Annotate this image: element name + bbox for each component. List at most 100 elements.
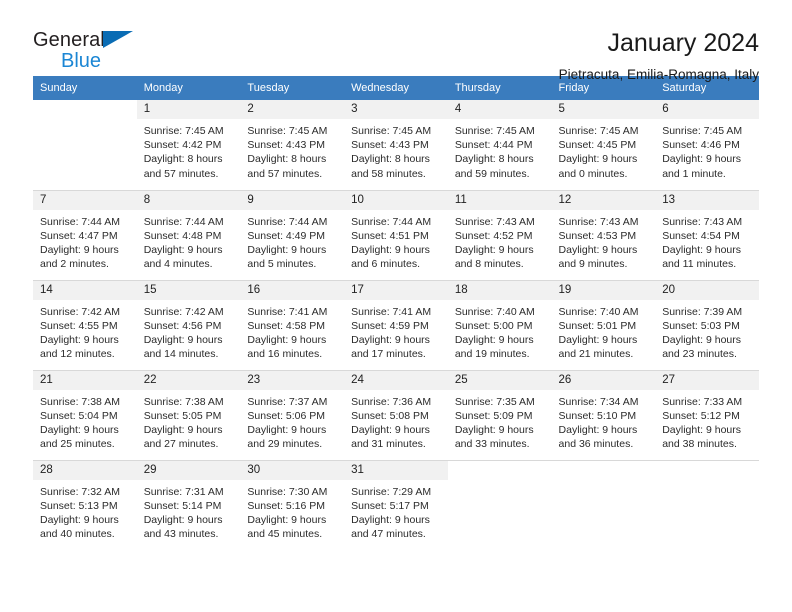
calendar-day-cell[interactable]: 16 Sunrise: 7:41 AM Sunset: 4:58 PM Dayligh…: [240, 279, 345, 370]
logo-generalblue[interactable]: General Blue: [33, 28, 153, 80]
day-info-line: Sunrise: 7:45 AM: [558, 125, 639, 137]
calendar-day-cell[interactable]: 28 Sunrise: 7:32 AM Sunset: 5:13 PM Dayligh…: [33, 459, 137, 550]
day-info-line: and 23 minutes.: [662, 348, 737, 361]
day-info-line: and 36 minutes.: [558, 438, 634, 451]
day-info-line: Sunrise: 7:34 AM: [558, 395, 639, 408]
day-number: 31: [344, 460, 448, 480]
day-info-line: Sunset: 4:51 PM: [351, 229, 429, 242]
day-number: [655, 461, 759, 480]
day-sun-info: Sunrise: 7:44 AM Sunset: 4:48 PM Daylight:…: [137, 210, 241, 272]
calendar-day-cell[interactable]: 30 Sunrise: 7:30 AM Sunset: 5:16 PM Dayligh…: [240, 459, 345, 550]
day-sun-info: [33, 119, 137, 124]
calendar-day-cell[interactable]: 8 Sunrise: 7:44 AM Sunset: 4:48 PM Daylight…: [136, 189, 241, 280]
day-number: 2: [240, 100, 345, 119]
calendar-day-cell[interactable]: 22 Sunrise: 7:38 AM Sunset: 5:05 PM Dayligh…: [136, 369, 241, 460]
day-info-line: Sunrise: 7:42 AM: [143, 305, 224, 318]
day-info-line: Sunrise: 7:36 AM: [351, 395, 432, 408]
calendar-day-cell[interactable]: 5 Sunrise: 7:45 AM Sunset: 4:45 PM Daylight…: [551, 100, 656, 190]
calendar-day-cell[interactable]: 25 Sunrise: 7:35 AM Sunset: 5:09 PM Dayligh…: [447, 369, 552, 460]
day-info-line: Sunset: 4:58 PM: [247, 319, 326, 332]
calendar-week-row: 1 Sunrise: 7:45 AM Sunset: 4:42 PM Daylight…: [33, 100, 759, 190]
day-info-line: Daylight: 9 hours: [351, 333, 430, 346]
day-sun-info: Sunrise: 7:42 AM Sunset: 4:56 PM Daylight:…: [137, 300, 241, 362]
day-sun-info: Sunrise: 7:44 AM Sunset: 4:51 PM Daylight:…: [344, 210, 448, 272]
day-sun-info: Sunrise: 7:45 AM Sunset: 4:43 PM Daylight:…: [240, 119, 344, 181]
day-info-line: Sunrise: 7:38 AM: [40, 395, 120, 408]
calendar-empty-cell: [551, 459, 656, 550]
calendar-day-cell[interactable]: 24 Sunrise: 7:36 AM Sunset: 5:08 PM Dayligh…: [344, 369, 448, 460]
day-info-line: and 27 minutes.: [143, 438, 219, 451]
day-sun-info: Sunrise: 7:45 AM Sunset: 4:42 PM Daylight:…: [137, 119, 241, 181]
day-info-line: Daylight: 9 hours: [558, 333, 638, 346]
calendar-week-row: 7 Sunrise: 7:44 AM Sunset: 4:47 PM Daylight…: [33, 189, 759, 280]
day-info-line: Sunset: 4:56 PM: [143, 319, 222, 332]
day-info-line: Sunrise: 7:44 AM: [247, 215, 328, 228]
weekday-header-wednesday: Wednesday: [344, 76, 448, 100]
calendar-day-cell[interactable]: 20 Sunrise: 7:39 AM Sunset: 5:03 PM Dayligh…: [655, 279, 759, 370]
calendar-day-cell[interactable]: 4 Sunrise: 7:45 AM Sunset: 4:44 PM Daylight…: [447, 100, 552, 190]
calendar-day-cell[interactable]: 17 Sunrise: 7:41 AM Sunset: 4:59 PM Dayligh…: [344, 279, 448, 370]
day-info-line: Daylight: 9 hours: [662, 423, 742, 436]
day-info-line: Sunrise: 7:40 AM: [454, 305, 535, 318]
day-info-line: Daylight: 9 hours: [40, 333, 119, 346]
day-number: 13: [655, 190, 759, 210]
day-info-line: Sunset: 4:44 PM: [454, 139, 533, 152]
day-sun-info: Sunrise: 7:38 AM Sunset: 5:05 PM Daylight:…: [137, 390, 241, 452]
calendar-day-cell[interactable]: 12 Sunrise: 7:43 AM Sunset: 4:53 PM Dayligh…: [551, 189, 656, 280]
day-info-line: Sunset: 5:10 PM: [558, 409, 637, 422]
calendar-day-cell[interactable]: 3 Sunrise: 7:45 AM Sunset: 4:43 PM Daylight…: [344, 100, 448, 190]
day-number: 28: [33, 460, 137, 480]
calendar-day-cell[interactable]: 11 Sunrise: 7:43 AM Sunset: 4:52 PM Dayligh…: [447, 189, 552, 280]
calendar-day-cell[interactable]: 29 Sunrise: 7:31 AM Sunset: 5:14 PM Dayligh…: [136, 459, 241, 550]
calendar-day-cell[interactable]: 31 Sunrise: 7:29 AM Sunset: 5:17 PM Dayligh…: [344, 459, 448, 550]
day-info-line: and 8 minutes.: [454, 258, 524, 271]
calendar-day-cell[interactable]: 1 Sunrise: 7:45 AM Sunset: 4:42 PM Daylight…: [136, 100, 241, 190]
calendar-day-cell[interactable]: 9 Sunrise: 7:44 AM Sunset: 4:49 PM Daylight…: [240, 189, 345, 280]
day-info-line: Sunset: 5:16 PM: [247, 499, 326, 512]
calendar-day-cell[interactable]: 7 Sunrise: 7:44 AM Sunset: 4:47 PM Daylight…: [33, 189, 137, 280]
day-number: 6: [655, 100, 759, 119]
day-info-line: Sunset: 5:06 PM: [247, 409, 326, 422]
day-info-line: Sunset: 5:04 PM: [40, 409, 118, 422]
day-info-line: Daylight: 8 hours: [351, 153, 430, 166]
calendar-day-cell[interactable]: 26 Sunrise: 7:34 AM Sunset: 5:10 PM Dayligh…: [551, 369, 656, 460]
calendar-day-cell[interactable]: 18 Sunrise: 7:40 AM Sunset: 5:00 PM Dayligh…: [447, 279, 552, 370]
day-info-line: Sunset: 4:43 PM: [351, 139, 429, 152]
calendar-day-cell[interactable]: 15 Sunrise: 7:42 AM Sunset: 4:56 PM Dayligh…: [136, 279, 241, 370]
calendar-day-cell[interactable]: 2 Sunrise: 7:45 AM Sunset: 4:43 PM Daylight…: [240, 100, 345, 190]
page-title: January 2024: [607, 29, 759, 57]
day-info-line: Daylight: 8 hours: [247, 153, 327, 166]
day-info-line: Sunrise: 7:37 AM: [247, 395, 328, 408]
day-number: 24: [344, 370, 448, 390]
day-number: 15: [136, 280, 241, 300]
calendar-day-cell[interactable]: 13 Sunrise: 7:43 AM Sunset: 4:54 PM Dayligh…: [655, 189, 759, 280]
day-sun-info: [655, 480, 759, 485]
calendar-day-cell[interactable]: 21 Sunrise: 7:38 AM Sunset: 5:04 PM Dayligh…: [33, 369, 137, 460]
day-info-line: Sunset: 5:01 PM: [558, 319, 637, 332]
day-info-line: and 16 minutes.: [247, 348, 323, 361]
calendar-day-cell[interactable]: 10 Sunrise: 7:44 AM Sunset: 4:51 PM Dayligh…: [344, 189, 448, 280]
day-info-line: and 38 minutes.: [662, 438, 737, 451]
day-sun-info: Sunrise: 7:45 AM Sunset: 4:44 PM Daylight:…: [448, 119, 552, 181]
day-sun-info: [448, 480, 552, 485]
day-info-line: Sunset: 4:49 PM: [247, 229, 326, 242]
day-info-line: and 2 minutes.: [40, 258, 109, 271]
page-header: General Blue January 2024 Pietracuta, Em…: [33, 0, 759, 82]
calendar-day-cell[interactable]: 14 Sunrise: 7:42 AM Sunset: 4:55 PM Dayligh…: [33, 279, 137, 370]
day-sun-info: Sunrise: 7:33 AM Sunset: 5:12 PM Daylight:…: [655, 390, 759, 452]
day-info-line: Sunrise: 7:45 AM: [662, 125, 743, 137]
day-number: 12: [551, 190, 656, 210]
day-info-line: Sunset: 5:05 PM: [143, 409, 222, 422]
day-info-line: and 29 minutes.: [247, 438, 323, 451]
day-info-line: and 40 minutes.: [40, 528, 115, 541]
day-sun-info: Sunrise: 7:29 AM Sunset: 5:17 PM Daylight:…: [344, 480, 448, 542]
calendar-day-cell[interactable]: 6 Sunrise: 7:45 AM Sunset: 4:46 PM Daylight…: [655, 100, 759, 190]
calendar-day-cell[interactable]: 23 Sunrise: 7:37 AM Sunset: 5:06 PM Dayligh…: [240, 369, 345, 460]
calendar-day-cell[interactable]: 19 Sunrise: 7:40 AM Sunset: 5:01 PM Dayligh…: [551, 279, 656, 370]
day-info-line: and 17 minutes.: [351, 348, 426, 361]
day-info-line: Sunrise: 7:43 AM: [558, 215, 639, 228]
day-info-line: Sunset: 5:13 PM: [40, 499, 118, 512]
day-sun-info: Sunrise: 7:41 AM Sunset: 4:59 PM Daylight:…: [344, 300, 448, 362]
day-info-line: Sunset: 4:42 PM: [143, 139, 222, 152]
calendar-day-cell[interactable]: 27 Sunrise: 7:33 AM Sunset: 5:12 PM Dayligh…: [655, 369, 759, 460]
